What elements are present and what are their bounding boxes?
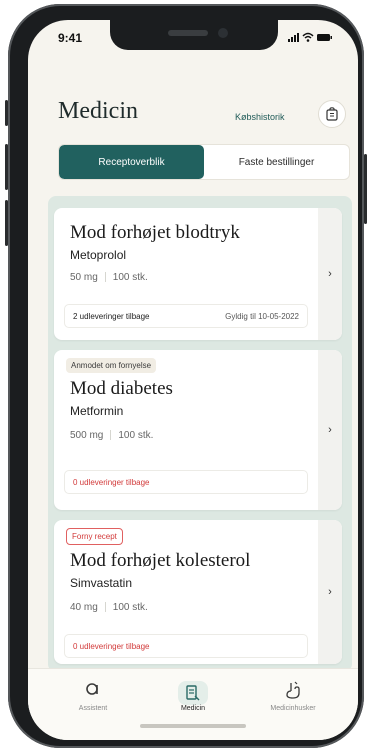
card-dispensations: 0 udleveringer tilbage: [73, 641, 150, 651]
card-chevron-button[interactable]: ›: [318, 208, 342, 340]
chevron-right-icon: ›: [328, 424, 332, 436]
tab-medicinhusker[interactable]: Medicinhusker: [248, 681, 338, 712]
card-condition: Mod forhøjet blodtryk: [70, 222, 240, 243]
bottom-tab-bar: Assistent Medicin Medicinhusker: [28, 668, 358, 740]
assistant-icon: [48, 681, 138, 701]
card-footer: 2 udleveringer tilbage Gyldig til 10-05-…: [64, 304, 308, 328]
card-drug: Metformin: [70, 404, 124, 418]
card-dose-row: 40 mg 100 stk.: [70, 602, 148, 613]
card-chevron-button[interactable]: ›: [318, 350, 342, 510]
volume-down-button: [5, 200, 8, 246]
home-indicator: [140, 724, 246, 728]
cart-icon: [326, 107, 338, 121]
volume-up-button: [5, 144, 8, 190]
mute-switch: [5, 100, 8, 126]
card-dose: 40 mg: [70, 602, 98, 613]
card-chevron-button[interactable]: ›: [318, 520, 342, 664]
card-condition: Mod forhøjet kolesterol: [70, 550, 251, 571]
status-icons: [288, 31, 332, 46]
purchase-history-link[interactable]: Købshistorik: [235, 112, 285, 122]
card-quantity: 100 stk.: [118, 430, 154, 441]
speaker: [168, 30, 208, 36]
tab-medicin[interactable]: Medicin: [148, 681, 238, 712]
tab-label: Medicin: [180, 705, 206, 712]
card-dose-row: 500 mg 100 stk.: [70, 430, 153, 441]
camera: [218, 28, 228, 38]
card-drug: Metoprolol: [70, 248, 127, 262]
card-dose-row: 50 mg 100 stk.: [70, 272, 148, 283]
signal-wifi-battery-icon: [288, 32, 332, 42]
prescription-card[interactable]: Forny recept Mod forhøjet kolesterol Sim…: [54, 520, 342, 664]
card-dose: 500 mg: [70, 430, 104, 441]
tab-faste-bestillinger[interactable]: Faste bestillinger: [204, 145, 349, 179]
card-drug: Simvastatin: [70, 576, 133, 590]
notch: [110, 20, 278, 50]
cart-button[interactable]: [318, 100, 346, 128]
prescription-card[interactable]: Anmodet om fornyelse Mod diabetes Metfor…: [54, 350, 342, 510]
tab-label: Medicinhusker: [270, 705, 316, 712]
screen: 9:41 Medicin Købshistorik Receptoverblik…: [28, 20, 358, 740]
card-condition: Mod diabetes: [70, 378, 173, 399]
prescription-card[interactable]: Mod forhøjet blodtryk Metoprolol 50 mg 10…: [54, 208, 342, 340]
card-dispensations: 2 udleveringer tilbage: [73, 311, 150, 321]
renew-prescription-badge[interactable]: Forny recept: [66, 528, 123, 545]
reminder-icon: [248, 681, 338, 701]
card-valid-until: Gyldig til 10-05-2022: [225, 311, 299, 321]
status-time: 9:41: [58, 31, 83, 45]
card-quantity: 100 stk.: [112, 272, 148, 283]
medicine-icon: [178, 681, 208, 705]
card-footer: 0 udleveringer tilbage: [64, 470, 308, 494]
segmented-control: Receptoverblik Faste bestillinger: [58, 144, 350, 180]
chevron-right-icon: ›: [328, 268, 332, 280]
chevron-right-icon: ›: [328, 586, 332, 598]
power-button: [364, 154, 367, 224]
tab-label: Assistent: [78, 705, 108, 712]
card-quantity: 100 stk.: [112, 602, 148, 613]
card-footer: 0 udleveringer tilbage: [64, 634, 308, 658]
phone-frame: 9:41 Medicin Købshistorik Receptoverblik…: [5, 4, 367, 748]
page-title: Medicin: [58, 98, 138, 124]
card-dispensations: 0 udleveringer tilbage: [73, 477, 150, 487]
renewal-requested-badge: Anmodet om fornyelse: [66, 358, 157, 373]
tab-assistent[interactable]: Assistent: [48, 681, 138, 712]
tab-receptoverblik[interactable]: Receptoverblik: [59, 145, 204, 179]
card-dose: 50 mg: [70, 272, 98, 283]
